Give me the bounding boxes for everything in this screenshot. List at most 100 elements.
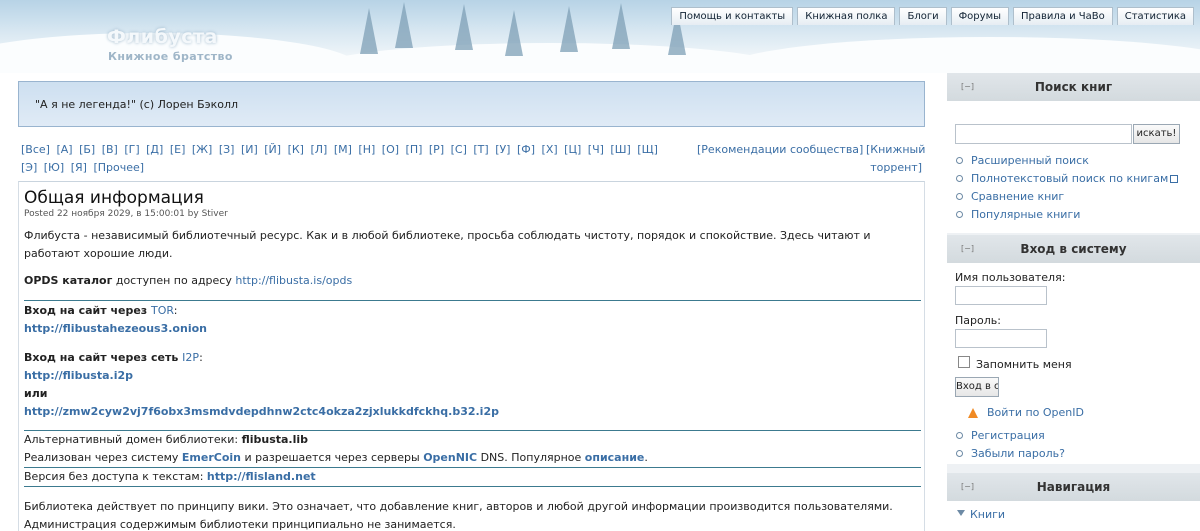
nav-books-link[interactable]: Книги <box>970 508 1005 521</box>
alphabet-letter-link[interactable]: [Все] <box>21 143 50 156</box>
period: . <box>644 451 648 464</box>
alphabet-letter-link[interactable]: [Д] <box>146 143 163 156</box>
onion-link[interactable]: http://flibustahezeous3.onion <box>24 322 207 335</box>
opds-link[interactable]: http://flibusta.is/opds <box>235 274 352 287</box>
alphabet-letter-link[interactable]: [М] <box>334 143 352 156</box>
alphabet-letter-link[interactable]: [Ч] <box>588 143 604 156</box>
login-button[interactable]: Вход в с <box>955 377 999 397</box>
nav-tab-forums[interactable]: Форумы <box>950 7 1010 25</box>
emercoin-link[interactable]: EmerCoin <box>182 451 241 464</box>
i2p-info-link[interactable]: I2P <box>182 351 199 364</box>
alphabet-letter-link[interactable]: [И] <box>241 143 258 156</box>
alt-domain-label: Альтернативный домен библиотеки: <box>24 433 242 446</box>
nav-tab-rules[interactable]: Правила и ЧаВо <box>1013 7 1113 25</box>
alphabet-letter-link[interactable]: [Й] <box>264 143 281 156</box>
article-meta: Posted 22 ноября 2029, в 15:00:01 by Sti… <box>24 209 228 219</box>
torrent-link-line1: [Книжный <box>866 143 926 156</box>
i2p-link[interactable]: http://flibusta.i2p <box>24 369 133 382</box>
alphabet-letter-link[interactable]: [Ц] <box>564 143 581 156</box>
flisland-link[interactable]: http://flisland.net <box>207 470 316 483</box>
i2p-b32-link[interactable]: http://zmw2cyw2vj7f6obx3msmdvdepdhnw2ctc… <box>24 405 499 418</box>
register-link[interactable]: Регистрация <box>956 429 1045 442</box>
alphabet-letter-link[interactable]: [Ю] <box>44 161 64 174</box>
tree-decoration <box>395 2 413 48</box>
alphabet-letter-link[interactable]: [Щ] <box>637 143 658 156</box>
alphabet-letter-link[interactable]: [З] <box>219 143 235 156</box>
alphabet-letter-link[interactable]: [Ш] <box>610 143 630 156</box>
remember-me-checkbox[interactable] <box>958 356 970 368</box>
description-link[interactable]: описание <box>585 451 645 464</box>
block-header: [−] Вход в систему <box>947 235 1200 263</box>
colon: : <box>173 304 178 317</box>
tree-decoration <box>505 10 523 56</box>
alt-domain-paragraph: Альтернативный домен библиотеки: flibust… <box>24 431 904 467</box>
alphabet-letter-link[interactable]: [Т] <box>473 143 488 156</box>
advanced-search-link[interactable]: Расширенный поиск <box>956 154 1089 167</box>
forgot-password-link[interactable]: Забыли пароль? <box>956 447 1065 460</box>
book-search-input[interactable] <box>955 124 1132 144</box>
compare-books-link[interactable]: Сравнение книг <box>956 190 1064 203</box>
alphabet-letter-link[interactable]: [Р] <box>429 143 444 156</box>
alphabet-letter-link[interactable]: [К] <box>288 143 304 156</box>
search-block: [−] Поиск книг искать! Расширенный поиск… <box>947 73 1200 233</box>
emercoin-text: DNS. Популярное <box>477 451 585 464</box>
login-block: [−] Вход в систему Имя пользователя: Пар… <box>947 235 1200 464</box>
nav-tab-stats[interactable]: Статистика <box>1116 7 1194 25</box>
or-label: или <box>24 387 48 400</box>
navigation-block: [−] Навигация Книги <box>947 473 1200 531</box>
alphabet-letter-link[interactable]: [Прочее] <box>93 161 144 174</box>
snow-hill <box>720 37 1200 73</box>
username-label: Имя пользователя: <box>955 271 1066 284</box>
alphabet-letter-link[interactable]: [С] <box>451 143 467 156</box>
alphabet-letter-link[interactable]: [Б] <box>79 143 95 156</box>
torrent-link-line2: торрент] <box>870 161 922 174</box>
block-header: [−] Поиск книг <box>947 73 1200 101</box>
opds-label: OPDS каталог <box>24 274 113 287</box>
recommendations-link[interactable]: [Рекомендации сообщества] <box>697 141 863 159</box>
alphabet-letter-link[interactable]: [П] <box>406 143 423 156</box>
quote-banner: "А я не легенда!" (с) Лорен Бэколл <box>18 81 925 127</box>
tor-link[interactable]: TOR <box>151 304 174 317</box>
opds-text: доступен по адресу <box>112 274 236 287</box>
nav-tab-bookshelf[interactable]: Книжная полка <box>797 7 896 25</box>
nav-tab-blogs[interactable]: Блоги <box>899 7 947 25</box>
opds-paragraph: OPDS каталог доступен по адресу http://f… <box>24 272 904 290</box>
expanded-arrow-icon <box>957 510 965 516</box>
fulltext-search-label: Полнотекстовый поиск по книгам <box>971 172 1169 185</box>
openid-login-link[interactable]: Войти по OpenID <box>987 406 1084 419</box>
alphabet-letter-link[interactable]: [Э] <box>21 161 37 174</box>
nav-tab-help[interactable]: Помощь и контакты <box>671 7 794 25</box>
alphabet-letter-link[interactable]: [Г] <box>124 143 139 156</box>
alphabet-letter-link[interactable]: [Е] <box>170 143 186 156</box>
emercoin-text: и разрешается через серверы <box>241 451 424 464</box>
alphabet-letter-link[interactable]: [У] <box>495 143 510 156</box>
wiki-text: Администрация содержимым библиотеки прин… <box>24 518 456 531</box>
divider <box>24 486 921 487</box>
opennic-link[interactable]: OpenNIC <box>423 451 477 464</box>
alphabet-letter-link[interactable]: [В] <box>102 143 118 156</box>
block-title: Навигация <box>1036 480 1111 494</box>
alphabet-letter-link[interactable]: [Ж] <box>192 143 212 156</box>
alphabet-letter-link[interactable]: [Л] <box>310 143 327 156</box>
alphabet-letter-link[interactable]: [О] <box>382 143 399 156</box>
site-name-logo[interactable]: Флибуста <box>107 26 218 48</box>
password-input[interactable] <box>955 329 1047 348</box>
openid-icon <box>968 408 978 418</box>
emercoin-text: Реализован через систему <box>24 451 182 464</box>
alphabet-letter-link[interactable]: [Я] <box>71 161 87 174</box>
alphabet-letter-link[interactable]: [А] <box>56 143 72 156</box>
alphabet-letter-link[interactable]: [Ф] <box>517 143 535 156</box>
divider <box>24 300 921 301</box>
nonaccess-paragraph: Версия без доступа к текстам: http://fli… <box>24 468 904 486</box>
book-torrent-link[interactable]: [Книжный торрент] <box>866 141 926 177</box>
alphabet-letter-link[interactable]: [Х] <box>542 143 558 156</box>
password-label: Пароль: <box>955 314 1001 327</box>
popular-books-link[interactable]: Популярные книги <box>956 208 1080 221</box>
quote-text: "А я не легенда!" (с) Лорен Бэколл <box>35 98 239 111</box>
wiki-text: Библиотека действует по принципу вики. Э… <box>24 500 893 513</box>
top-navigation: Помощь и контакты Книжная полка Блоги Фо… <box>671 7 1194 25</box>
fulltext-search-link[interactable]: Полнотекстовый поиск по книгам <box>956 172 1179 185</box>
search-button[interactable]: искать! <box>1133 124 1180 144</box>
alphabet-letter-link[interactable]: [Н] <box>358 143 375 156</box>
username-input[interactable] <box>955 286 1047 305</box>
